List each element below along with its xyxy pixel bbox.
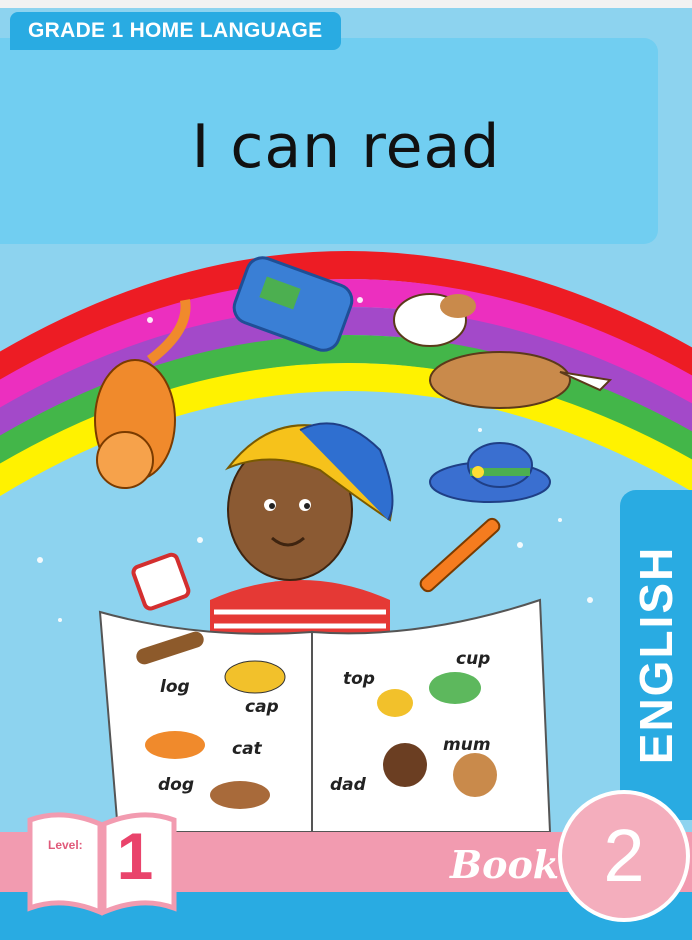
- word-cup: cup: [456, 649, 490, 669]
- word-log: log: [160, 677, 190, 697]
- book-cover: GRADE 1 HOME LANGUAGE I can read log cap…: [0, 0, 692, 940]
- word-dog: dog: [158, 775, 194, 795]
- word-dad: dad: [330, 775, 367, 795]
- word-top: top: [343, 669, 375, 689]
- word-mum: mum: [443, 735, 491, 755]
- book-number: 2: [603, 814, 645, 897]
- language-label: ENGLISH: [630, 545, 682, 765]
- mug: [131, 552, 191, 611]
- boy-reading: [210, 422, 394, 640]
- blue-hat: [429, 442, 551, 503]
- cover-illustration: log cap cat dog top cup mum dad: [0, 251, 692, 833]
- orange-pen: [419, 517, 501, 593]
- open-book: log cap cat dog top cup mum dad: [98, 598, 552, 833]
- book-title: I can read: [191, 112, 501, 182]
- grade-label: GRADE 1 HOME LANGUAGE: [10, 12, 341, 50]
- level-label: Level:: [48, 838, 83, 852]
- top-edge: [0, 0, 692, 8]
- word-cat: cat: [232, 739, 263, 759]
- book-label: Book: [450, 842, 560, 887]
- level-number: 1: [116, 819, 154, 893]
- word-cap: cap: [245, 697, 279, 717]
